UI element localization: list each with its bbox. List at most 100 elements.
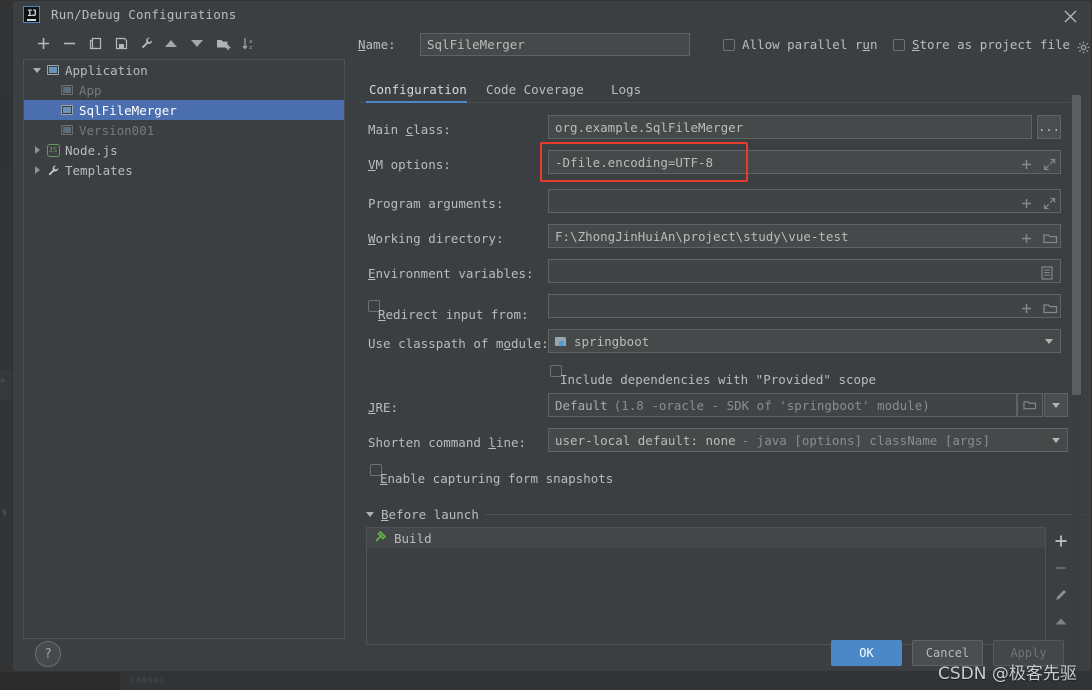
checkbox-box <box>723 38 735 51</box>
enable-form-snapshots-label: Enable capturing form snapshots <box>380 471 614 486</box>
module-icon <box>555 336 568 347</box>
redirect-input-actions <box>1020 300 1058 314</box>
jre-dropdown-button[interactable] <box>1044 393 1068 417</box>
wrench-icon <box>44 164 62 177</box>
tree-item-label: Version001 <box>79 122 155 138</box>
environment-variables-actions <box>1041 265 1055 280</box>
jre-hint: (1.8 -oracle - SDK of 'springboot' modul… <box>613 397 930 413</box>
name-input[interactable] <box>420 33 690 56</box>
program-arguments-input[interactable] <box>548 189 1061 213</box>
content-scrollbar-thumb[interactable] <box>1072 95 1081 395</box>
expand-editor-icon[interactable] <box>1043 156 1057 171</box>
jre-input[interactable]: Default (1.8 -oracle - SDK of 'springboo… <box>548 393 1017 417</box>
logo-text: IJ <box>27 9 37 19</box>
folder-plus-icon[interactable] <box>211 31 235 55</box>
redirect-input-input[interactable] <box>548 294 1061 318</box>
editor-tabs: Configuration Code Coverage Logs <box>358 76 1070 103</box>
svg-text:z: z <box>249 44 252 50</box>
tree-item-app[interactable]: App <box>24 80 344 100</box>
enable-snapshots-row: Enable capturing form snapshots <box>358 458 1083 487</box>
configurations-tree[interactable]: Application App SqlFileMerger Version001… <box>23 59 345 639</box>
before-launch-item-build[interactable]: Build <box>367 528 1045 548</box>
tab-configuration[interactable]: Configuration <box>366 76 470 102</box>
tree-item-version001[interactable]: Version001 <box>24 120 344 140</box>
before-launch-list[interactable]: Build <box>366 527 1046 645</box>
environment-variables-input[interactable] <box>548 259 1061 283</box>
shorten-command-line-label: Shorten command line: <box>368 435 527 450</box>
jre-label: JRE: <box>368 400 399 415</box>
tab-logs[interactable]: Logs <box>608 76 644 102</box>
module-combo[interactable]: springboot <box>548 329 1061 353</box>
store-as-project-file-checkbox[interactable]: Store as project file <box>893 37 1090 54</box>
shorten-command-line-combo[interactable]: user-local default: none - java [options… <box>548 428 1068 452</box>
close-icon[interactable] <box>1059 5 1081 27</box>
include-provided-scope-checkbox[interactable]: Include dependencies with "Provided" sco… <box>550 365 876 387</box>
macro-plus-icon[interactable] <box>1020 195 1034 209</box>
expand-toggle-icon[interactable] <box>30 146 44 154</box>
tree-item-nodejs[interactable]: JS Node.js <box>24 140 344 160</box>
expand-editor-icon[interactable] <box>1043 195 1057 210</box>
move-up-button[interactable] <box>159 31 183 55</box>
tree-item-sqlfilemerger[interactable]: SqlFileMerger <box>24 100 344 120</box>
run-debug-configurations-dialog: IJ Run/Debug Configurations a z Applicat… <box>12 0 1092 672</box>
use-classpath-label: Use classpath of module: <box>368 336 549 351</box>
logo-underbar <box>27 19 36 21</box>
remove-configuration-button[interactable] <box>57 31 81 55</box>
nodejs-icon: JS <box>44 143 62 157</box>
application-icon <box>58 125 76 135</box>
checkbox-box <box>893 38 905 51</box>
enable-form-snapshots-checkbox[interactable]: Enable capturing form snapshots <box>370 464 613 486</box>
environment-variables-label: Environment variables: <box>368 266 534 281</box>
redirect-input-checkbox[interactable]: Redirect input from: <box>368 300 529 322</box>
ok-button[interactable]: OK <box>831 640 902 666</box>
shorten-command-line-row: Shorten command line: user-local default… <box>358 423 1083 458</box>
tree-item-label: Templates <box>65 162 133 178</box>
expand-toggle-icon[interactable] <box>30 67 44 73</box>
main-class-label: Main class: <box>368 122 451 137</box>
allow-parallel-run-checkbox[interactable]: Allow parallel run <box>723 37 877 52</box>
tree-item-label: Application <box>65 62 148 78</box>
wrench-icon[interactable] <box>135 31 159 55</box>
vm-options-input[interactable]: -Dfile.encoding=UTF-8 <box>548 150 1061 174</box>
active-tab-underline <box>366 101 467 103</box>
store-as-project-file-label: Store as project file <box>912 37 1071 52</box>
hammer-icon <box>374 530 387 546</box>
save-configuration-button[interactable] <box>109 31 133 55</box>
browse-folder-icon[interactable] <box>1043 230 1058 244</box>
dialog-title: Run/Debug Configurations <box>51 7 237 22</box>
tree-item-label: Node.js <box>65 142 118 158</box>
sort-az-icon[interactable]: az <box>237 31 261 55</box>
include-provided-row: Include dependencies with "Provided" sco… <box>358 359 1083 388</box>
macro-plus-icon[interactable] <box>1020 300 1034 314</box>
macro-plus-icon[interactable] <box>1020 230 1034 244</box>
copy-configuration-button[interactable] <box>83 31 107 55</box>
before-launch-header[interactable]: Before launch <box>358 505 1083 523</box>
working-directory-input[interactable]: F:\ZhongJinHuiAn\project\study\vue-test <box>548 224 1061 248</box>
move-down-button[interactable] <box>185 31 209 55</box>
configuration-editor: Name: Allow parallel run Store as projec… <box>358 33 1090 665</box>
gear-icon[interactable] <box>1077 39 1090 54</box>
browse-jre-icon[interactable] <box>1017 393 1043 417</box>
browse-main-class-button[interactable]: ... <box>1037 115 1061 139</box>
vm-options-label: VM options: <box>368 157 451 172</box>
main-class-input[interactable]: org.example.SqlFileMerger <box>548 115 1032 139</box>
environment-list-icon[interactable] <box>1041 265 1055 280</box>
working-directory-actions <box>1020 230 1058 244</box>
section-divider <box>486 514 1083 515</box>
expand-toggle-icon[interactable] <box>30 166 44 174</box>
configuration-form: Main class: org.example.SqlFileMerger ..… <box>358 115 1083 487</box>
macro-plus-icon[interactable] <box>1020 156 1034 170</box>
collapse-toggle-icon[interactable] <box>366 511 374 517</box>
help-button[interactable]: ? <box>35 641 61 667</box>
tab-code-coverage[interactable]: Code Coverage <box>483 76 587 102</box>
add-configuration-button[interactable] <box>31 31 55 55</box>
jre-row: JRE: Default (1.8 -oracle - SDK of 'spri… <box>358 388 1083 423</box>
include-provided-scope-label: Include dependencies with "Provided" sco… <box>560 372 877 387</box>
tree-item-templates[interactable]: Templates <box>24 160 344 180</box>
program-arguments-row: Program arguments: <box>358 184 1083 219</box>
browse-folder-icon[interactable] <box>1043 300 1058 314</box>
ide-background-text-2: g <box>2 507 7 516</box>
ide-backdrop-strip-2 <box>0 370 12 400</box>
module-combo-value: springboot <box>574 333 650 349</box>
tree-item-application[interactable]: Application <box>24 60 344 80</box>
